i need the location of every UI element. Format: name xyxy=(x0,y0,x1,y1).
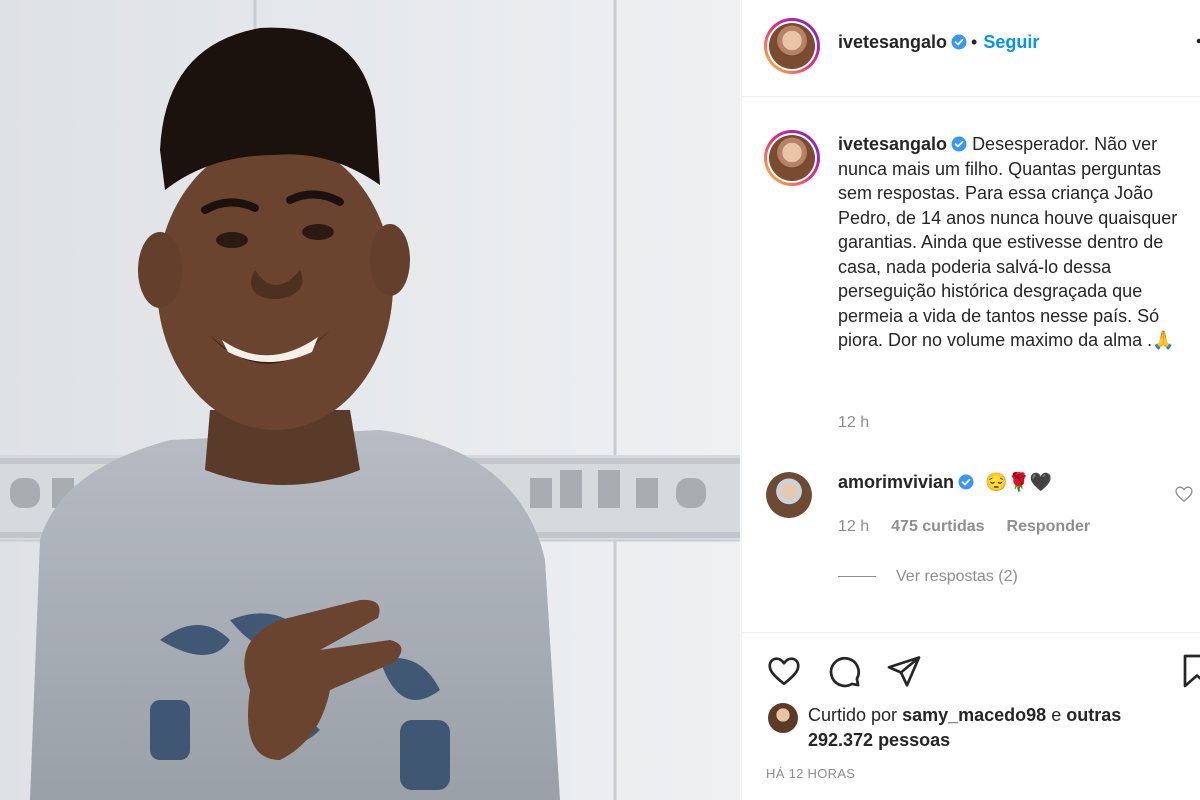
follow-button[interactable]: Seguir xyxy=(983,32,1039,52)
post-header: ivetesangalo • Seguir xyxy=(742,0,1200,97)
author-username[interactable]: ivetesangalo xyxy=(838,32,947,52)
replies-divider-line xyxy=(838,576,876,578)
caption-text: Desesperador. Não ver nunca mais um filh… xyxy=(838,134,1178,350)
comment-meta: 12 h 475 curtidas Responder xyxy=(838,518,1112,536)
comment-icon[interactable] xyxy=(826,653,862,689)
verified-badge-icon xyxy=(958,474,974,490)
post-timestamp[interactable]: HÁ 12 HORAS xyxy=(766,766,855,781)
more-options-icon[interactable] xyxy=(1187,26,1200,56)
header-author-row: ivetesangalo • Seguir xyxy=(838,32,1039,53)
comment-timestamp[interactable]: 12 h xyxy=(838,518,869,535)
small-heart-icon[interactable] xyxy=(1174,484,1194,504)
post-actions-section: Curtido por samy_macedo98 e outras 292.3… xyxy=(742,632,1200,800)
caption-timestamp[interactable]: 12 h xyxy=(838,414,869,432)
comment-emojis: 😔🌹🖤 xyxy=(985,472,1053,492)
verified-badge-icon xyxy=(951,34,967,50)
commenter-avatar[interactable] xyxy=(766,472,812,518)
heart-icon[interactable] xyxy=(766,653,802,689)
paper-plane-icon[interactable] xyxy=(886,653,922,689)
view-replies-button[interactable]: Ver respostas (2) xyxy=(838,568,1018,586)
comment-likes-count[interactable]: 475 curtidas xyxy=(891,518,984,535)
first-liker-username[interactable]: samy_macedo98 xyxy=(902,705,1046,725)
separator-dot: • xyxy=(971,32,978,52)
photo-image xyxy=(0,0,740,800)
likes-summary: Curtido por samy_macedo98 e outras 292.3… xyxy=(808,703,1138,753)
caption-author-avatar[interactable] xyxy=(764,130,820,186)
view-replies-label: Ver respostas (2) xyxy=(896,568,1018,585)
liker-avatar[interactable] xyxy=(768,703,798,733)
verified-badge-icon xyxy=(951,136,967,152)
praying-hands-emoji: 🙏 xyxy=(1152,330,1175,350)
reply-button[interactable]: Responder xyxy=(1007,518,1091,535)
post-caption: ivetesangalo Desesperador. Não ver nunca… xyxy=(838,132,1198,353)
post-photo[interactable] xyxy=(0,0,740,800)
commenter-username[interactable]: amorimvivian xyxy=(838,472,954,492)
caption-author-username[interactable]: ivetesangalo xyxy=(838,134,947,154)
bookmark-icon[interactable] xyxy=(1182,653,1200,689)
post-side-panel: ivetesangalo • Seguir ivetesangalo Desespe… xyxy=(741,0,1200,800)
likes-conjunction: e xyxy=(1051,705,1062,725)
comment-content: amorimvivian 😔🌹🖤 xyxy=(838,472,1052,493)
likes-prefix: Curtido por xyxy=(808,705,898,725)
author-avatar[interactable] xyxy=(764,18,820,74)
